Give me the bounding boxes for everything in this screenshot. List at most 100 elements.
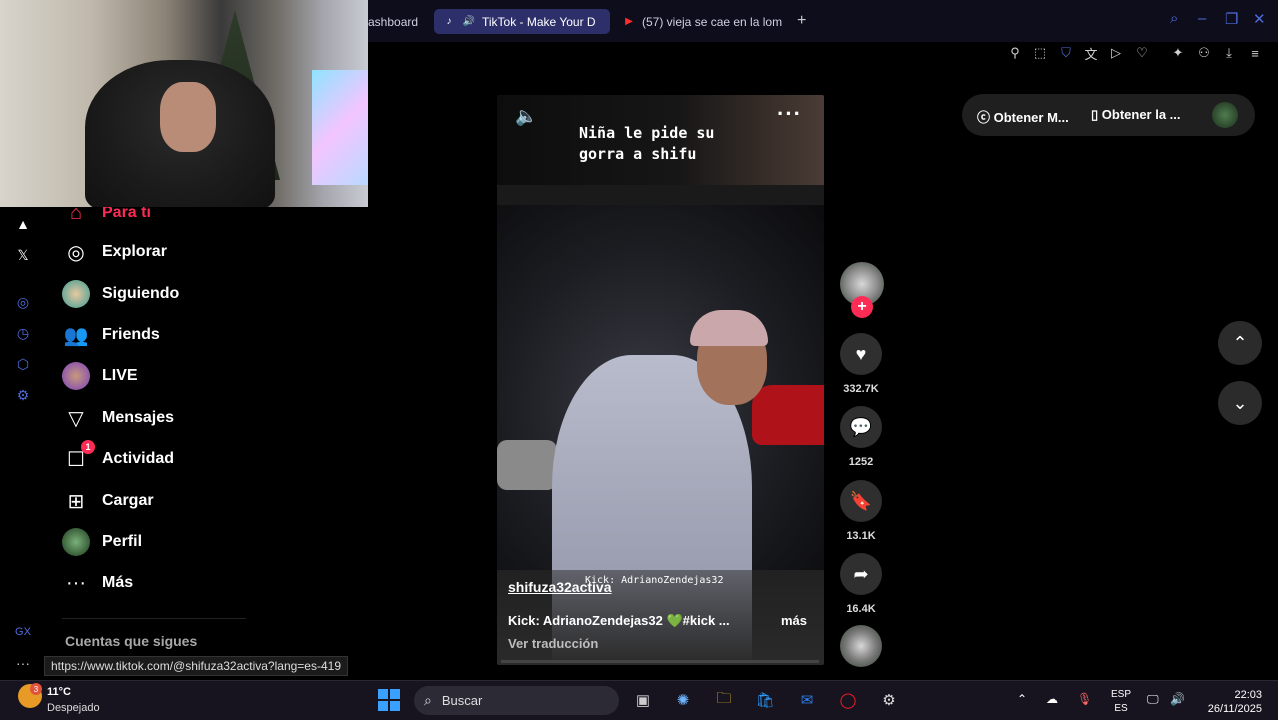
- screenshot-icon[interactable]: ⬚: [1031, 44, 1049, 62]
- sidebar-item-live[interactable]: LIVE: [62, 359, 138, 393]
- taskbar-search[interactable]: ⌕ Buscar: [414, 686, 619, 715]
- download-icon[interactable]: ⤓: [1220, 44, 1238, 62]
- outlook-icon[interactable]: ✉: [795, 688, 819, 712]
- clock-time: 22:03: [1234, 689, 1262, 701]
- store-icon[interactable]: 🛍: [753, 688, 777, 712]
- upload-icon: ⊞: [67, 490, 85, 513]
- save-action[interactable]: 🔖 13.1K: [838, 480, 884, 542]
- speaker-icon[interactable]: 🔊: [462, 15, 476, 29]
- search-placeholder: Buscar: [441, 693, 483, 708]
- x-icon[interactable]: 𝕏: [12, 244, 34, 266]
- compass-icon: ◎: [67, 241, 85, 264]
- comment-icon[interactable]: 💬: [840, 406, 882, 448]
- extensions-icon[interactable]: ✦: [1169, 44, 1187, 62]
- notification-badge: 1: [81, 440, 95, 454]
- aria-icon[interactable]: ▲: [12, 213, 34, 235]
- sidebar-item-actividad[interactable]: ☐ 1 Actividad: [62, 440, 174, 476]
- new-tab-button[interactable]: +: [797, 12, 806, 30]
- video-overlay-text: Kick: AdrianoZendejas32: [585, 575, 724, 586]
- sidebar-item-label: LIVE: [102, 367, 138, 384]
- follow-plus-icon[interactable]: +: [851, 296, 873, 318]
- heart-icon[interactable]: ♥: [840, 333, 882, 375]
- share-count: 16.4K: [846, 603, 876, 615]
- menu-icon[interactable]: ≡: [1246, 44, 1264, 62]
- get-coins-button[interactable]: ⓒ Obtener M...: [977, 107, 1069, 126]
- shield-icon[interactable]: ⛉: [1057, 44, 1075, 62]
- red-car: [752, 385, 824, 445]
- close-icon[interactable]: ✕: [1253, 10, 1266, 28]
- save-count: 13.1K: [846, 530, 876, 542]
- youtube-icon: ▶: [625, 16, 633, 27]
- search-icon: ⌕: [424, 692, 432, 708]
- tray-chevron-icon[interactable]: ⌃: [1017, 692, 1027, 706]
- task-view-icon[interactable]: ▣: [631, 688, 655, 712]
- sidebar-item-label: Cargar: [102, 492, 154, 509]
- tab-label: (57) vieja se cae en la lom: [642, 14, 783, 29]
- chevron-down-icon[interactable]: ⌄: [1218, 381, 1262, 425]
- sidebar-item-mas[interactable]: ··· Más: [62, 566, 133, 600]
- maximize-icon[interactable]: ❐: [1225, 10, 1238, 28]
- video-player[interactable]: 🔈 ··· Niña le pide su gorra a shifu shif…: [497, 95, 824, 665]
- sidebar-item-label: Perfil: [102, 533, 143, 550]
- language-indicator[interactable]: ESP ES: [1111, 688, 1131, 716]
- translate-icon[interactable]: 文: [1082, 44, 1100, 62]
- share-icon[interactable]: ➦: [840, 553, 882, 595]
- weather-badge: 3: [30, 683, 42, 695]
- tab-dashboard[interactable]: ashboard: [368, 9, 418, 34]
- more-button[interactable]: más: [781, 613, 807, 628]
- minimize-icon[interactable]: –: [1198, 10, 1206, 27]
- gx-icon[interactable]: GX: [12, 621, 34, 643]
- link-status-url: https://www.tiktok.com/@shifuza32activa?…: [44, 656, 348, 676]
- volume-tray-icon[interactable]: 🔊: [1170, 692, 1185, 706]
- heart-icon[interactable]: ♡: [1133, 44, 1151, 62]
- like-action[interactable]: ♥ 332.7K: [838, 333, 884, 395]
- chevron-up-icon[interactable]: ⌃: [1218, 321, 1262, 365]
- network-icon[interactable]: 🖵: [1147, 692, 1159, 707]
- music-disc[interactable]: [840, 625, 882, 667]
- video-progress-bar[interactable]: [501, 660, 819, 663]
- tab-youtube[interactable]: ▶ (57) vieja se cae en la lom: [622, 9, 787, 34]
- sidebar-item-perfil[interactable]: Perfil: [62, 525, 142, 559]
- player-icon[interactable]: ◎: [12, 291, 34, 313]
- get-app-button[interactable]: ▯ Obtener la ...: [1091, 107, 1181, 123]
- sidebar-item-siguiendo[interactable]: Siguiendo: [62, 277, 179, 311]
- more-icon[interactable]: ···: [12, 652, 34, 674]
- onedrive-icon[interactable]: ☁: [1046, 692, 1058, 706]
- history-icon[interactable]: ◷: [12, 322, 34, 344]
- tab-tiktok[interactable]: ♪ 🔊 TikTok - Make Your D: [434, 9, 610, 34]
- volume-icon[interactable]: 🔈: [515, 106, 537, 127]
- user-avatar[interactable]: [1212, 102, 1238, 128]
- live-avatar: [62, 362, 90, 390]
- pin-icon[interactable]: ⚲: [1006, 44, 1024, 62]
- profile-icon[interactable]: ⚇: [1195, 44, 1213, 62]
- sidebar-divider: [62, 618, 246, 619]
- play-icon[interactable]: ▷: [1107, 44, 1125, 62]
- windows-start-icon[interactable]: [378, 689, 400, 711]
- microphone-icon[interactable]: 🎙: [1077, 692, 1092, 706]
- video-options-icon[interactable]: ···: [777, 101, 802, 127]
- copilot-icon[interactable]: ✺: [671, 688, 695, 712]
- tab-label: TikTok - Make Your D: [482, 14, 596, 29]
- taskbar-clock[interactable]: 22:03 26/11/2025: [1200, 688, 1262, 716]
- sidebar-item-friends[interactable]: 👥 Friends: [62, 318, 160, 352]
- file-explorer-icon[interactable]: 🗀: [712, 688, 736, 712]
- friends-icon: 👥: [63, 324, 89, 347]
- comment-count: 1252: [848, 456, 874, 468]
- settings-icon[interactable]: ⚙: [12, 384, 34, 406]
- sidebar-item-explorar[interactable]: ◎ Explorar: [62, 235, 167, 269]
- sidebar-item-mensajes[interactable]: ▽ Mensajes: [62, 401, 174, 435]
- translate-button[interactable]: Ver traducción: [508, 636, 598, 651]
- search-icon[interactable]: ⌕: [1170, 10, 1178, 27]
- phone-icon: ▯: [1091, 107, 1102, 122]
- extension-icon[interactable]: ⬡: [12, 353, 34, 375]
- steam-icon[interactable]: ⚙: [877, 688, 901, 712]
- tab-label: ashboard: [368, 14, 419, 29]
- opera-gx-icon[interactable]: ◯: [836, 688, 860, 712]
- video-description: Kick: AdrianoZendejas32 💚#kick ...: [508, 613, 730, 628]
- video-scene: [497, 205, 824, 665]
- share-action[interactable]: ➦ 16.4K: [838, 553, 884, 615]
- comment-action[interactable]: 💬 1252: [838, 406, 884, 468]
- language-code: ESP: [1111, 689, 1132, 700]
- sidebar-item-cargar[interactable]: ⊞ Cargar: [62, 484, 154, 518]
- bookmark-icon[interactable]: 🔖: [840, 480, 882, 522]
